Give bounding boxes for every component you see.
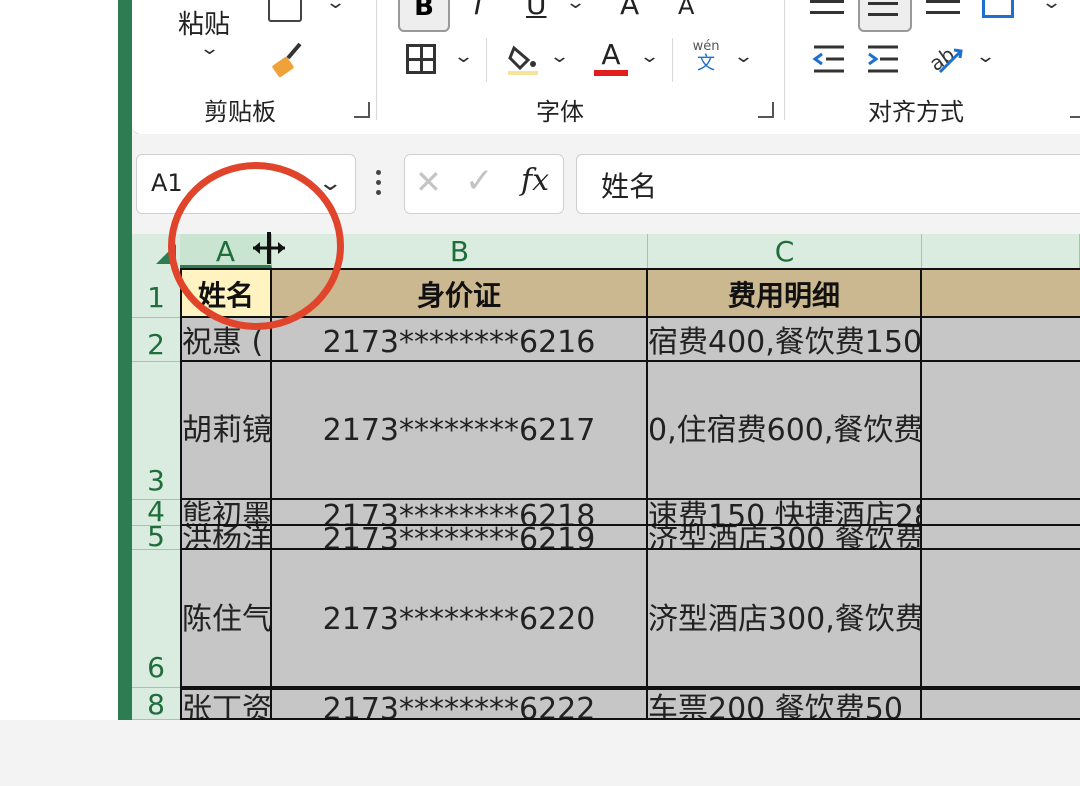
align-top-icon[interactable] [810,0,844,14]
align-middle-button[interactable] [858,0,912,32]
text-orientation-icon[interactable]: ab [925,40,964,76]
wrap-text-icon[interactable] [982,0,1014,18]
chevron-down-icon[interactable]: ⌄ [733,46,754,67]
font-color-button[interactable]: A [592,38,630,80]
row-header-8[interactable]: 8 [132,688,180,721]
window-edge [118,0,132,720]
chevron-down-icon[interactable]: ⌄ [639,46,660,67]
cell-c3[interactable]: 0,住宿费600,餐饮费 [648,362,922,500]
clipboard-dialog-launcher[interactable] [354,102,370,118]
highlight-circle [168,162,344,330]
cell-a5[interactable]: 洪杨洋 [180,526,272,550]
chevron-down-icon[interactable]: ⌄ [565,0,586,13]
bold-icon: B [414,0,434,22]
row-header-2[interactable]: 2 [132,318,180,362]
cancel-icon[interactable]: ✕ [415,163,442,201]
underline-icon[interactable]: U [526,0,547,21]
group-divider [784,0,785,120]
cell-a3[interactable]: 胡莉镜 [180,362,272,500]
grow-font-icon[interactable]: A [620,0,639,21]
font-color-icon: A [601,38,621,71]
cell-b4[interactable]: 2173********6218 [272,500,648,526]
cell-a6[interactable]: 陈住气 [180,550,272,688]
bold-button[interactable]: B [398,0,450,32]
enter-icon[interactable]: ✓ [465,161,494,201]
more-options-icon[interactable] [376,170,382,196]
column-header-d[interactable] [922,234,1080,268]
row-header-3[interactable]: 3 [132,362,180,500]
cell-d2[interactable] [922,318,1080,362]
formula-input[interactable]: 姓名 [576,154,1080,214]
chevron-down-icon[interactable]: ⌄ [325,0,346,13]
cell-a4[interactable]: 熊初墨 [180,500,272,526]
group-label-font: 字体 [536,98,584,126]
ribbon: 粘贴 ⌄ ⌄ 剪贴板 B I U ⌄ A A ⌄ ⌄ A ⌄ wén 文 ⌄ 字… [132,0,1080,135]
chevron-down-icon[interactable]: ⌄ [1041,0,1062,13]
shrink-font-icon[interactable]: A [678,0,694,20]
cell-b8[interactable]: 2173********6222 [272,688,648,720]
cell-b5[interactable]: 2173********6219 [272,526,648,550]
name-box-value: A1 [151,169,183,197]
cell-b6[interactable]: 2173********6220 [272,550,648,688]
chevron-down-icon[interactable]: ⌄ [975,46,996,67]
divider [486,38,487,82]
cell-c6[interactable]: 济型酒店300,餐饮费 [648,550,922,688]
cell-a8[interactable]: 张丁资 [180,688,272,720]
cell-c5[interactable]: 济型酒店300 餐饮费 [648,526,922,550]
group-label-clipboard: 剪贴板 [204,98,276,126]
cell-d8[interactable] [922,688,1080,720]
group-divider [376,0,377,120]
paste-label: 粘贴 [178,10,231,40]
fill-color-icon[interactable] [506,42,540,76]
divider [672,38,673,82]
row-header-5[interactable]: 5 [132,523,180,551]
cell-b2[interactable]: 2173********6216 [272,318,648,362]
phonetic-bottom: 文 [697,53,715,74]
group-label-alignment: 对齐方式 [868,98,964,126]
copy-icon[interactable] [268,0,302,22]
formula-content: 姓名 [601,170,658,203]
italic-icon[interactable]: I [474,0,482,21]
desktop-background [0,0,118,720]
cell-b3[interactable]: 2173********6217 [272,362,648,500]
font-dialog-launcher[interactable] [758,102,774,118]
insert-function-button[interactable]: fx [521,163,549,198]
cell-c2[interactable]: 宿费400,餐饮费150 [648,318,922,362]
cell-c8[interactable]: 车票200 餐饮费50 [648,688,922,720]
cell-d4[interactable] [922,500,1080,526]
phonetic-guide-button[interactable]: wén 文 [688,40,724,80]
align-middle-icon [868,2,898,16]
phonetic-top: wén [692,39,720,54]
chevron-down-icon[interactable]: ⌄ [549,46,570,67]
cell-d3[interactable] [922,362,1080,500]
cell-c4[interactable]: 速费150 快捷酒店28 [648,500,922,526]
chevron-down-icon[interactable]: ⌄ [453,46,474,67]
cell-d1[interactable] [922,268,1080,318]
alignment-dialog-launcher[interactable] [1070,102,1080,118]
paste-button[interactable]: 粘贴 ⌄ [172,0,242,70]
format-painter-icon[interactable] [266,40,306,80]
cell-c1[interactable]: 费用明细 [648,268,922,318]
decrease-indent-icon[interactable] [812,44,846,74]
chevron-down-icon[interactable]: ⌄ [199,38,220,59]
cell-d5[interactable] [922,526,1080,550]
increase-indent-icon[interactable] [866,44,900,74]
cell-d6[interactable] [922,550,1080,688]
row-header-6[interactable]: 6 [132,550,180,688]
formula-controls: ✕ ✓ fx [404,154,564,214]
borders-icon[interactable] [406,44,436,74]
column-header-c[interactable]: C [648,234,922,268]
font-color-bar [594,70,628,76]
align-bottom-icon[interactable] [926,0,960,14]
